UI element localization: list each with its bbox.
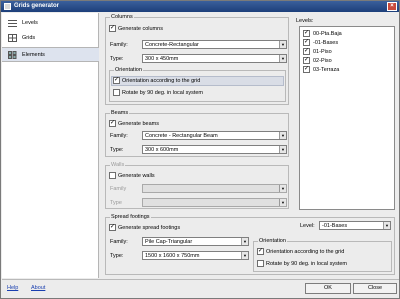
columns-orientation-grid-checkbox[interactable]: ✓	[113, 77, 120, 84]
columns-type-value: 300 x 450mm	[145, 56, 179, 62]
columns-type-label: Type:	[110, 56, 124, 62]
generate-beams-checkbox[interactable]: ✓	[109, 120, 116, 127]
spread-footings-group: Spread footings ✓ Generate spread footin…	[105, 214, 395, 275]
chevron-down-icon: ▼	[279, 132, 286, 139]
chevron-down-icon: ▼	[241, 238, 248, 245]
nav-item-label: Elements	[22, 52, 45, 58]
app-icon	[4, 3, 11, 10]
levels-icon	[8, 20, 17, 27]
chevron-down-icon: ▼	[241, 252, 248, 259]
title-bar: Grids generator ×	[1, 1, 399, 12]
level-checkbox[interactable]: ✓	[303, 39, 310, 46]
walls-family-select[interactable]: ▼	[142, 184, 287, 193]
footings-orientation-group: Orientation ✓ Orientation according to t…	[253, 238, 392, 272]
generate-columns-label: Generate columns	[118, 26, 163, 32]
chevron-down-icon: ▼	[279, 146, 286, 153]
beams-family-label: Family:	[110, 133, 128, 139]
footings-family-value: Pile Cap-Triangular	[145, 239, 193, 245]
levels-list-title: Levels:	[296, 18, 314, 24]
spread-footings-group-title: Spread footings	[110, 214, 151, 220]
chevron-down-icon: ▼	[383, 222, 390, 229]
columns-orientation-group: Orientation ✓ Orientation according to t…	[109, 67, 286, 102]
columns-group: Columns ✓ Generate columns Family: Concr…	[105, 14, 289, 105]
columns-rotate-label: Rotate by 90 deg. in local system	[122, 90, 204, 96]
chevron-down-icon: ▼	[279, 41, 286, 48]
footings-type-select[interactable]: 1500 x 1600 x 750mm ▼	[142, 251, 249, 260]
generate-walls-label: Generate walls	[118, 173, 155, 179]
beams-type-value: 300 x 600mm	[145, 147, 179, 153]
beams-family-value: Concrete - Rectangular Beam	[145, 133, 218, 139]
level-label: 03-Terraza	[313, 67, 340, 73]
walls-type-select[interactable]: ▼	[142, 198, 287, 207]
columns-rotate-checkbox[interactable]	[113, 89, 120, 96]
generate-spread-footings-label: Generate spread footings	[118, 225, 181, 231]
orientation-group-title: Orientation	[258, 238, 287, 244]
chevron-down-icon: ▼	[279, 199, 286, 206]
footings-type-value: 1500 x 1600 x 750mm	[145, 253, 200, 259]
window-title: Grids generator	[14, 3, 60, 9]
footings-level-value: -01-Bases	[322, 223, 348, 229]
level-label: 02-Piso	[313, 58, 332, 64]
window-close-button[interactable]: ×	[387, 2, 397, 11]
footings-level-select[interactable]: -01-Bases ▼	[319, 221, 391, 230]
generate-spread-footings-checkbox[interactable]: ✓	[109, 224, 116, 231]
footings-orientation-grid-label: Orientation according to the grid	[266, 249, 345, 255]
generate-columns-checkbox[interactable]: ✓	[109, 25, 116, 32]
about-link[interactable]: About	[31, 285, 45, 291]
columns-orientation-grid-label: Orientation according to the grid	[122, 78, 201, 84]
generate-walls-checkbox[interactable]	[109, 172, 116, 179]
generate-beams-label: Generate beams	[118, 121, 159, 127]
orientation-group-title: Orientation	[114, 67, 143, 73]
footings-family-select[interactable]: Pile Cap-Triangular ▼	[142, 237, 249, 246]
close-button[interactable]: Close	[353, 283, 397, 294]
chevron-down-icon: ▼	[279, 55, 286, 62]
columns-group-title: Columns	[110, 14, 134, 20]
walls-type-label: Type	[110, 200, 122, 206]
level-label: 00-Pta.Baja	[313, 31, 342, 37]
columns-family-label: Family:	[110, 42, 128, 48]
grids-generator-window: Grids generator × Levels Grids Elements …	[0, 0, 400, 299]
footings-family-label: Family:	[110, 239, 128, 245]
nav-item-levels[interactable]: Levels	[2, 16, 99, 31]
footings-rotate-label: Rotate by 90 deg. in local system	[266, 261, 348, 267]
footings-type-label: Type:	[110, 253, 124, 259]
footer-divider	[2, 279, 399, 280]
grids-icon	[8, 34, 17, 42]
levels-list: ✓ 00-Pta.Baja ✓ -01-Bases ✓ 01-Piso ✓ 02…	[299, 26, 395, 210]
help-link[interactable]: Help	[7, 285, 18, 291]
beams-type-label: Type:	[110, 147, 124, 153]
nav-item-label: Grids	[22, 35, 36, 41]
nav-item-elements[interactable]: Elements	[2, 47, 99, 62]
chevron-down-icon: ▼	[279, 185, 286, 192]
level-checkbox[interactable]: ✓	[303, 57, 310, 64]
beams-family-select[interactable]: Concrete - Rectangular Beam ▼	[142, 131, 287, 140]
level-label: 01-Piso	[313, 49, 332, 55]
beams-group: Beams ✓ Generate beams Family: Concrete …	[105, 110, 289, 157]
walls-family-label: Family	[110, 186, 127, 192]
columns-type-select[interactable]: 300 x 450mm ▼	[142, 54, 287, 63]
nav-item-label: Levels	[22, 20, 38, 26]
side-nav: Levels Grids Elements	[2, 13, 99, 278]
level-checkbox[interactable]: ✓	[303, 66, 310, 73]
elements-icon	[8, 51, 17, 59]
walls-group-title: Walls	[110, 162, 126, 168]
footings-level-label: Level:	[300, 223, 315, 229]
footings-orientation-grid-checkbox[interactable]: ✓	[257, 248, 264, 255]
walls-group: Walls Generate walls Family ▼ Type ▼	[105, 162, 289, 209]
beams-type-select[interactable]: 300 x 600mm ▼	[142, 145, 287, 154]
level-checkbox[interactable]: ✓	[303, 48, 310, 55]
level-label: -01-Bases	[313, 40, 339, 46]
footings-rotate-checkbox[interactable]	[257, 260, 264, 267]
ok-button[interactable]: OK	[305, 283, 351, 294]
beams-group-title: Beams	[110, 110, 130, 116]
columns-family-value: Concrete-Rectangular	[145, 42, 199, 48]
nav-item-grids[interactable]: Grids	[2, 31, 99, 46]
columns-family-select[interactable]: Concrete-Rectangular ▼	[142, 40, 287, 49]
level-checkbox[interactable]: ✓	[303, 30, 310, 37]
